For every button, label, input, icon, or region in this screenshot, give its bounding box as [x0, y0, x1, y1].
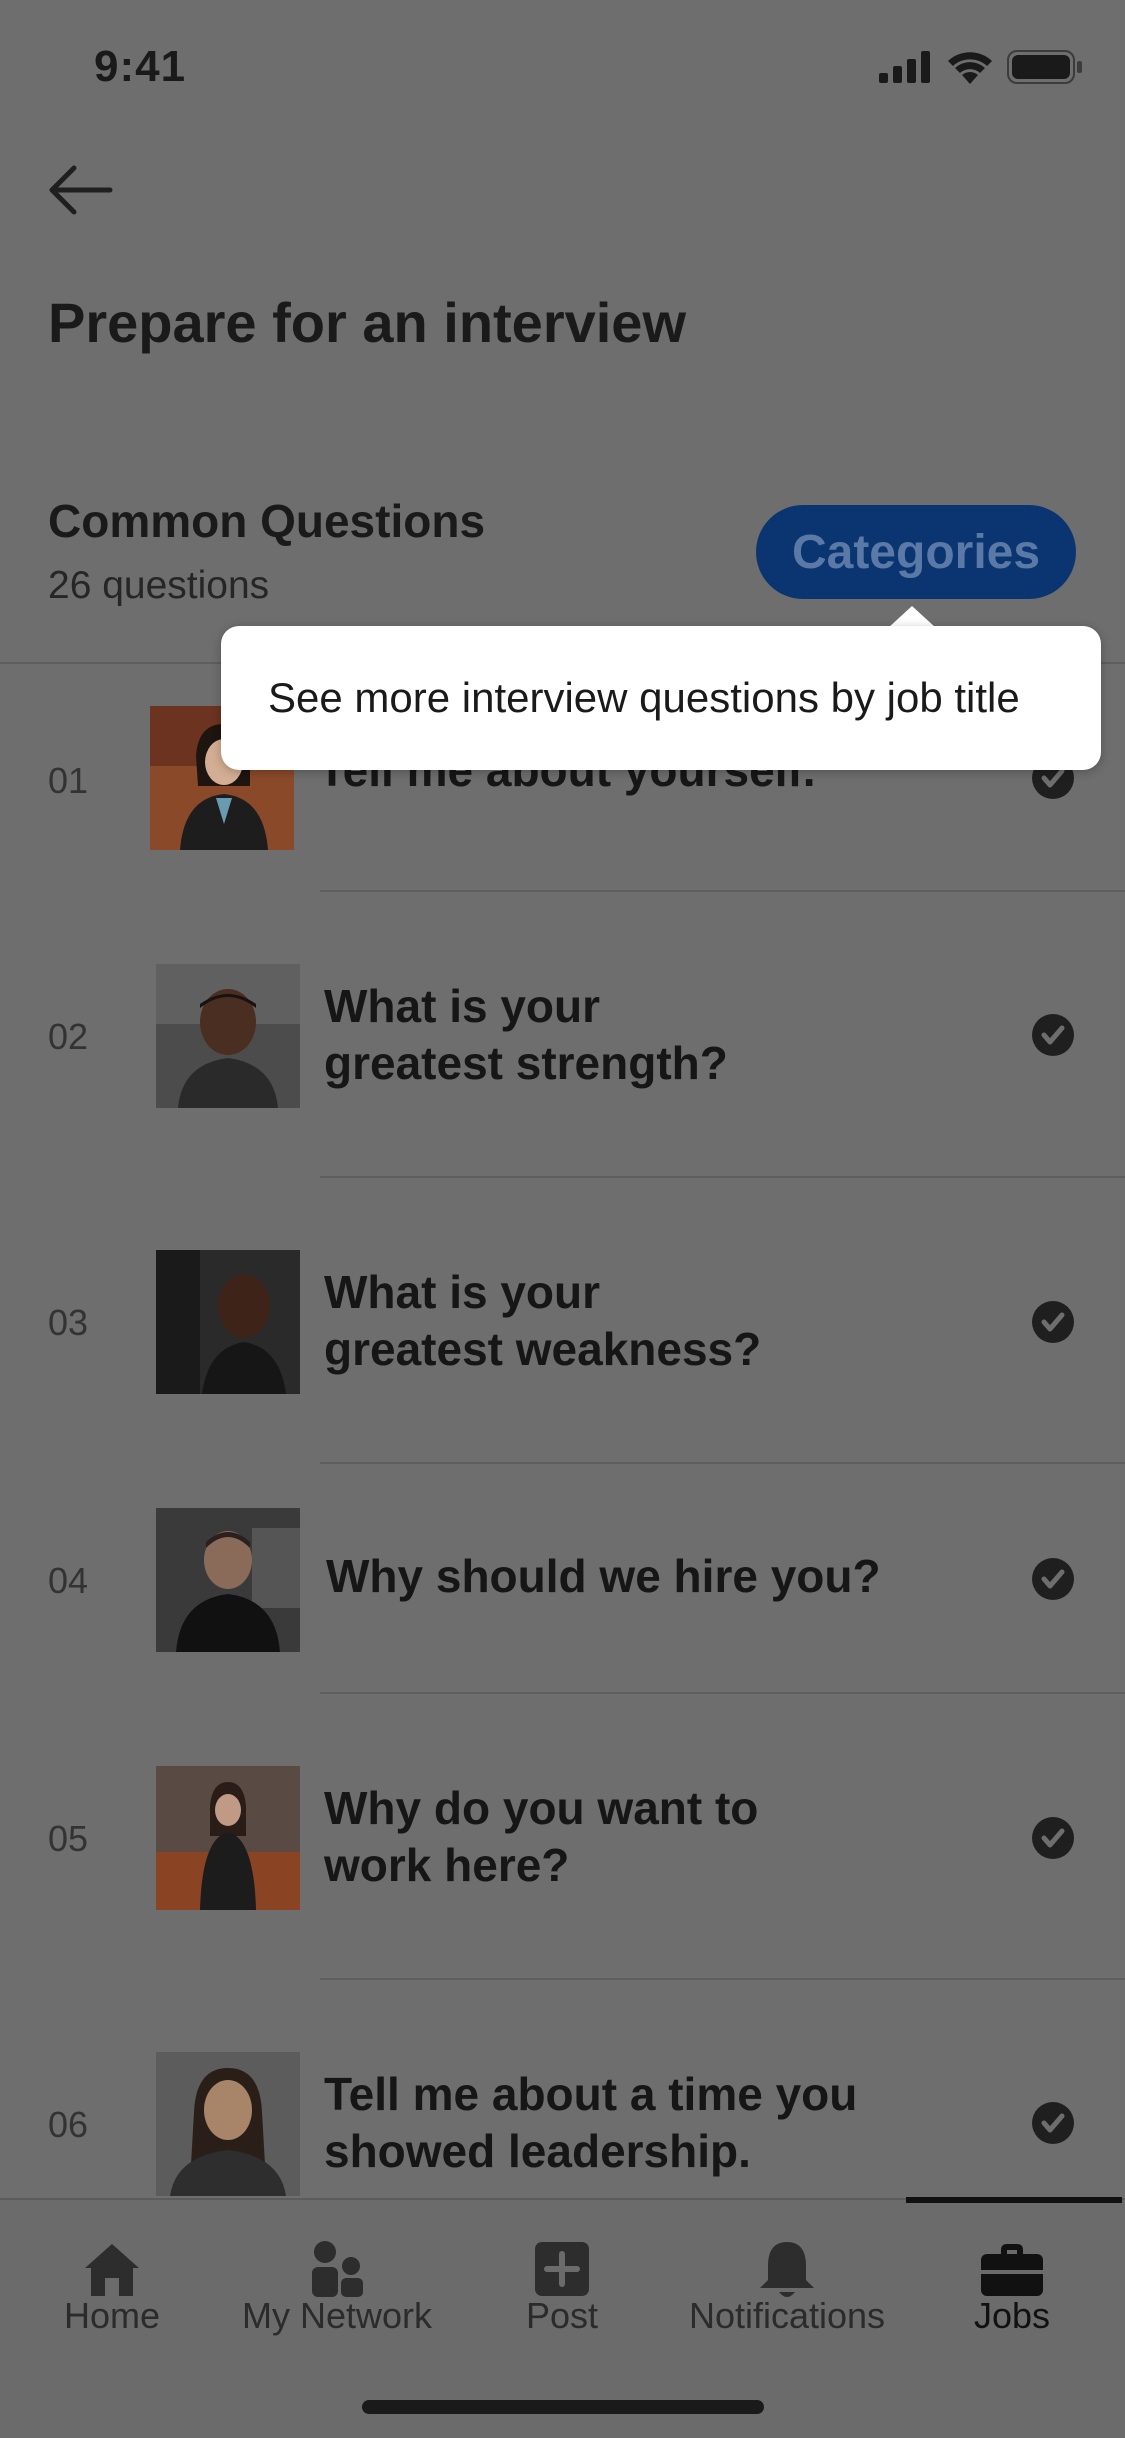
- network-icon: [312, 2241, 363, 2297]
- question-text: Why should we hire you?: [326, 1550, 881, 1602]
- completed-check-icon: [1032, 1817, 1074, 1859]
- tab-label: Home: [63, 2295, 161, 2336]
- tab-jobs[interactable]: Jobs: [922, 2200, 1102, 2370]
- question-text: What is your greatest weakness?: [324, 1266, 762, 1375]
- question-row-04[interactable]: 04 Why should we hire you?: [0, 1464, 1125, 1694]
- status-icons: [879, 50, 1083, 84]
- question-number: 05: [48, 1818, 89, 1859]
- home-icon: [85, 2244, 139, 2296]
- post-icon: [535, 2242, 589, 2296]
- tooltip-arrow: [888, 606, 936, 628]
- question-number: 01: [48, 760, 89, 801]
- tab-label: Post: [525, 2295, 599, 2336]
- tab-my-network[interactable]: My Network: [222, 2200, 452, 2370]
- tab-notifications[interactable]: Notifications: [672, 2200, 902, 2370]
- categories-button[interactable]: Categories: [756, 505, 1076, 599]
- tab-home[interactable]: Home: [22, 2200, 202, 2370]
- arrow-left-icon: [49, 165, 113, 215]
- question-number: 06: [48, 2104, 89, 2145]
- question-text: Tell me about a time you showed leadersh…: [324, 2068, 858, 2177]
- completed-check-icon: [1032, 1558, 1074, 1600]
- section-title: Common Questions: [48, 495, 486, 547]
- person-image: [156, 2052, 300, 2196]
- question-text: What is your greatest strength?: [324, 980, 728, 1089]
- bell-icon: [760, 2242, 814, 2297]
- tab-post[interactable]: Post: [472, 2200, 652, 2370]
- person-image: [156, 1508, 300, 1652]
- briefcase-icon: [981, 2244, 1043, 2296]
- back-button[interactable]: [44, 160, 134, 230]
- question-text: Why do you want to work here?: [324, 1782, 759, 1891]
- question-number: 02: [48, 1016, 89, 1057]
- question-thumbnail: [156, 1766, 300, 1910]
- page-title: Prepare for an interview: [48, 291, 687, 354]
- wifi-icon: [948, 52, 992, 84]
- home-indicator[interactable]: [362, 2400, 764, 2414]
- cellular-signal-icon: [879, 51, 930, 83]
- question-thumbnail: [156, 2052, 300, 2196]
- completed-check-icon: [1032, 1301, 1074, 1343]
- question-row-05[interactable]: 05 Why do you want to work here?: [0, 1694, 1125, 1980]
- question-thumbnail: [156, 1508, 300, 1652]
- person-image: [156, 1250, 300, 1394]
- categories-tooltip[interactable]: See more interview questions by job titl…: [221, 626, 1101, 770]
- tab-label: My Network: [241, 2295, 433, 2336]
- tab-label: Notifications: [688, 2295, 886, 2336]
- tab-label: Jobs: [973, 2295, 1051, 2336]
- question-count: 26 questions: [48, 564, 270, 607]
- person-image: [156, 964, 300, 1108]
- tooltip-text: See more interview questions by job titl…: [268, 674, 1020, 721]
- person-image: [156, 1766, 300, 1910]
- battery-icon: [1007, 50, 1082, 84]
- question-number: 03: [48, 1302, 89, 1343]
- screen: 9:41 Prepare for an interview Common Que…: [0, 0, 1125, 2438]
- status-time: 9:41: [94, 42, 187, 91]
- question-row-02[interactable]: 02 What is your greatest strength?: [0, 892, 1125, 1178]
- completed-check-icon: [1032, 1014, 1074, 1056]
- question-number: 04: [48, 1560, 89, 1601]
- question-thumbnail: [156, 1250, 300, 1394]
- completed-check-icon: [1032, 2102, 1074, 2144]
- question-thumbnail: [156, 964, 300, 1108]
- question-row-03[interactable]: 03 What is your greatest weakness?: [0, 1178, 1125, 1464]
- question-row-06[interactable]: 06 Tell me about a time you showed leade…: [0, 1980, 1125, 2198]
